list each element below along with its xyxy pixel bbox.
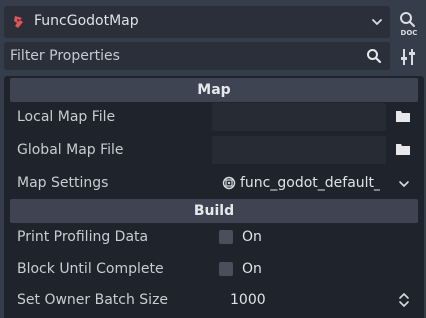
local-map-file-field[interactable]	[212, 103, 386, 131]
chevron-down-icon[interactable]	[398, 178, 410, 190]
property-label: Local Map File	[17, 109, 116, 125]
section-header-map[interactable]: Map	[10, 78, 418, 102]
property-block-until-complete: Block Until Complete On	[4, 254, 424, 284]
property-list: Map Local Map File Global Map File Map S…	[4, 76, 424, 318]
resource-icon	[222, 176, 236, 190]
global-map-file-field[interactable]	[212, 136, 386, 164]
tools-icon[interactable]	[398, 47, 418, 67]
property-label: Print Profiling Data	[17, 229, 149, 245]
property-label: Map Settings	[17, 175, 109, 191]
node-selector-row: FuncGodotMap DOC	[0, 0, 426, 44]
checkbox-label[interactable]: On	[242, 222, 262, 252]
property-label: Set Owner Batch Size	[17, 292, 169, 308]
map-settings-value[interactable]: func_godot_default_	[240, 168, 380, 198]
node-name: FuncGodotMap	[34, 13, 139, 29]
property-global-map-file: Global Map File	[4, 135, 424, 165]
folder-icon[interactable]	[396, 110, 410, 122]
inspector-dock: FuncGodotMap DOC Map Local Map File	[0, 0, 426, 318]
checkbox-label[interactable]: On	[242, 254, 262, 284]
node-selector[interactable]: FuncGodotMap	[4, 6, 390, 38]
print-profiling-checkbox[interactable]	[219, 230, 233, 244]
funcgodot-map-icon	[14, 16, 23, 28]
property-local-map-file: Local Map File	[4, 102, 424, 132]
folder-icon[interactable]	[396, 143, 410, 155]
chevron-down-icon	[372, 19, 382, 25]
filter-properties-input[interactable]	[4, 42, 390, 70]
owner-batch-size-spinbox[interactable]: 1000	[230, 285, 266, 315]
property-print-profiling-data: Print Profiling Data On	[4, 222, 424, 252]
property-label: Block Until Complete	[17, 261, 164, 277]
filter-row	[0, 42, 426, 72]
search-icon	[367, 49, 382, 64]
section-header-build[interactable]: Build	[10, 199, 418, 223]
property-label: Global Map File	[17, 142, 124, 158]
updown-arrows-icon[interactable]	[398, 292, 410, 308]
property-set-owner-batch-size: Set Owner Batch Size 1000	[4, 285, 424, 315]
open-docs-icon[interactable]: DOC	[396, 10, 422, 36]
property-map-settings[interactable]: Map Settings func_godot_default_	[4, 168, 424, 198]
block-until-complete-checkbox[interactable]	[219, 262, 233, 276]
svg-text:DOC: DOC	[401, 29, 418, 36]
